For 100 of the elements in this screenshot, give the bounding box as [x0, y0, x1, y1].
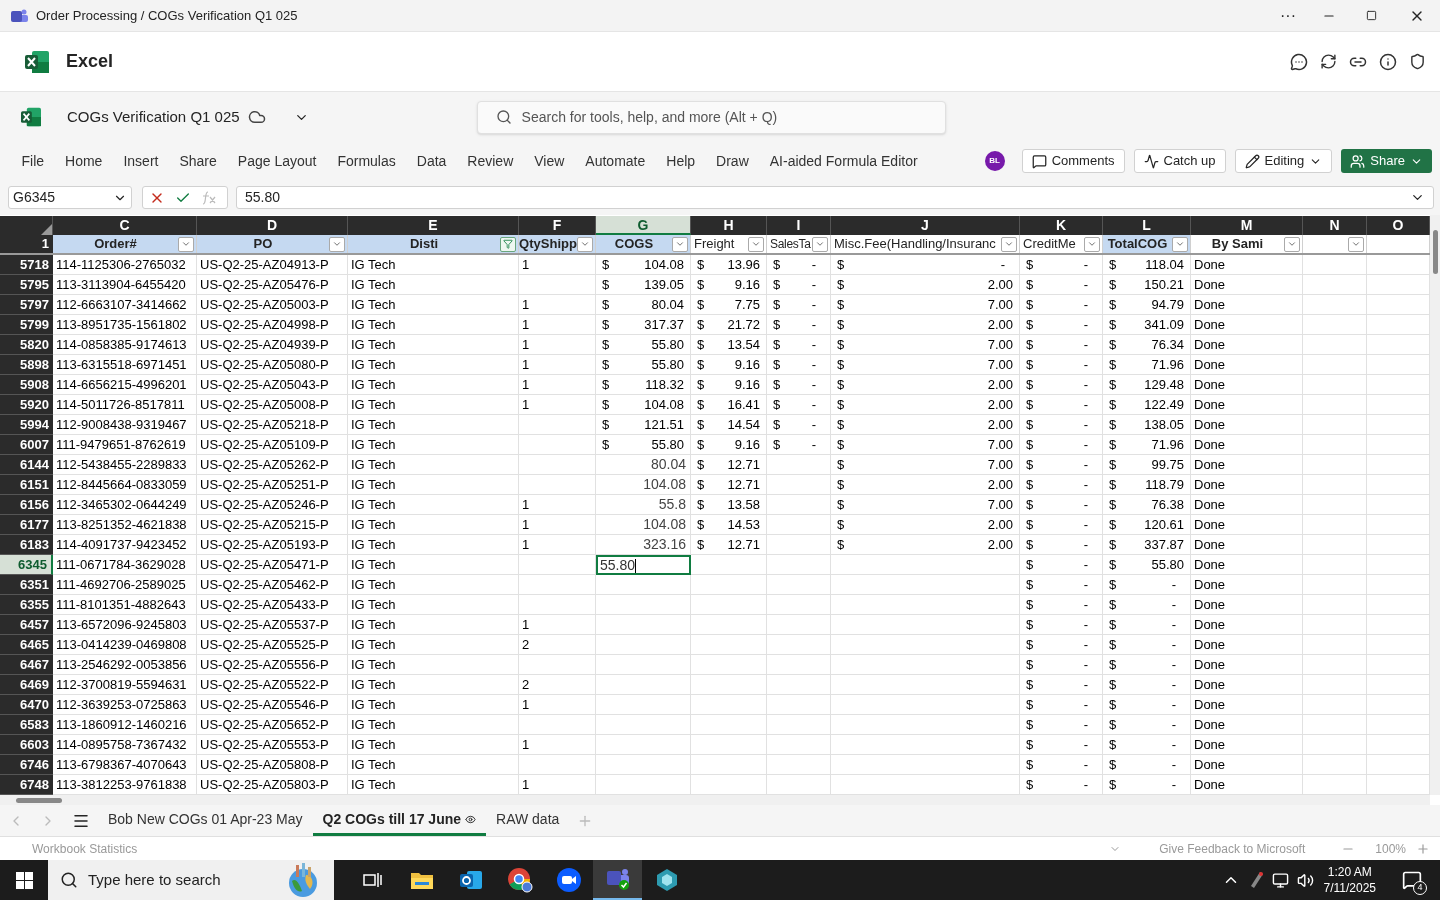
table-cell: 114-0895758-7367432	[53, 735, 197, 755]
row-header[interactable]: 5797	[0, 295, 53, 315]
ribbon-tab[interactable]: Insert	[112, 150, 169, 172]
taskbar-search-field[interactable]: Type here to search	[48, 860, 334, 900]
sheet-tab[interactable]: RAW data	[486, 805, 570, 836]
row-header[interactable]: 6746	[0, 755, 53, 775]
row-header[interactable]: 6469	[0, 675, 53, 695]
currency-cell: $ 104.08	[596, 255, 691, 275]
ribbon-tab[interactable]: Automate	[574, 150, 656, 172]
row-header[interactable]: 1	[0, 235, 53, 253]
window-title: Order Processing / COGs Verification Q1 025	[36, 6, 298, 25]
table-cell: 113-6798367-4070643	[53, 755, 197, 775]
table-cell: US-Q2-25-AZ05553-P	[197, 735, 348, 755]
currency-cell: $ -	[1020, 275, 1103, 295]
table-cell: 1	[519, 535, 596, 555]
table-cell: US-Q2-25-AZ05808-P	[197, 755, 348, 775]
currency-cell: $ 138.05	[1103, 415, 1191, 435]
table-cell: Done	[1191, 715, 1303, 735]
row-header[interactable]: 6151	[0, 475, 53, 495]
ribbon-tab[interactable]: Formulas	[326, 150, 407, 172]
ribbon-tab[interactable]: File	[11, 150, 55, 172]
table-cell: 1	[519, 375, 596, 395]
row-header[interactable]: 6470	[0, 695, 53, 715]
table-cell: US-Q2-25-AZ05003-P	[197, 295, 348, 315]
currency-cell: $ 76.38	[1103, 495, 1191, 515]
currency-cell: $ 341.09	[1103, 315, 1191, 335]
row-header[interactable]: 6144	[0, 455, 53, 475]
currency-cell: $ 9.16	[691, 275, 767, 295]
header-label: Order#	[93, 235, 138, 254]
row-header[interactable]: 5898	[0, 355, 53, 375]
currency-cell: $ 337.87	[1103, 535, 1191, 555]
currency-cell: $ -	[767, 375, 831, 395]
row-header[interactable]: 6467	[0, 655, 53, 675]
row-header[interactable]: 5994	[0, 415, 53, 435]
currency-cell: $ -	[1103, 615, 1191, 635]
currency-cell: $ -	[1020, 495, 1103, 515]
ribbon-tab[interactable]: View	[523, 150, 575, 172]
toolbar-button[interactable]: Catch up	[1133, 149, 1226, 173]
file-name[interactable]: COGs Verification Q1 025	[67, 105, 240, 129]
table-cell: 113-6572096-9245803	[53, 615, 197, 635]
currency-cell: $ -	[767, 255, 831, 275]
table-cell: US-Q2-25-AZ05246-P	[197, 495, 348, 515]
row-header[interactable]: 6748	[0, 775, 53, 795]
table-cell: 113-3113904-6455420	[53, 275, 197, 295]
clock-date[interactable]: 7/11/2025	[1323, 880, 1376, 896]
sheet-tab[interactable]: Bob New COGs 01 Apr-23 May	[98, 805, 313, 836]
row-header[interactable]: 5795	[0, 275, 53, 295]
row-header[interactable]: 6345	[0, 555, 53, 575]
ribbon-tab[interactable]: Help	[655, 150, 706, 172]
row-header[interactable]: 6183	[0, 535, 53, 555]
share-button[interactable]: Share	[1341, 149, 1432, 173]
currency-cell: $ 14.53	[691, 515, 767, 535]
ribbon-tab[interactable]: Home	[54, 150, 113, 172]
toolbar-button[interactable]: Editing	[1234, 149, 1333, 173]
row-header[interactable]: 6351	[0, 575, 53, 595]
row-header[interactable]: 5920	[0, 395, 53, 415]
column-letter[interactable]: G	[596, 216, 691, 235]
ribbon-tab[interactable]: Share	[168, 150, 228, 172]
currency-cell: $ 2.00	[831, 395, 1020, 415]
ribbon-tab[interactable]: Review	[456, 150, 524, 172]
currency-cell: $ -	[1103, 655, 1191, 675]
clock-time[interactable]: 1:20 AM	[1327, 864, 1372, 880]
row-header[interactable]: 6457	[0, 615, 53, 635]
currency-cell: $ -	[767, 315, 831, 335]
header-label: Disti	[408, 235, 440, 254]
formula-field[interactable]: 55.80	[236, 186, 1434, 209]
toolbar-button[interactable]: Comments	[1021, 149, 1125, 173]
ribbon-tab[interactable]: Data	[406, 150, 457, 172]
row-header[interactable]: 6177	[0, 515, 53, 535]
table-cell: Done	[1191, 435, 1303, 455]
row-header[interactable]: 5908	[0, 375, 53, 395]
search-field[interactable]: Search for tools, help, and more (Alt + Q)	[476, 100, 946, 134]
table-cell: IG Tech	[348, 755, 519, 775]
user-avatar[interactable]: BL	[984, 151, 1005, 171]
table-cell: Done	[1191, 615, 1303, 635]
row-header[interactable]: 6583	[0, 715, 53, 735]
ribbon-tab[interactable]: Draw	[705, 150, 760, 172]
cell-input-field[interactable]: 55.80	[596, 555, 691, 575]
ribbon-tab[interactable]: AI-aided Formula Editor	[759, 150, 929, 172]
table-cell: Done	[1191, 375, 1303, 395]
name-box[interactable]: G6345	[8, 186, 132, 209]
row-header[interactable]: 6007	[0, 435, 53, 455]
table-cell: US-Q2-25-AZ04913-P	[197, 255, 348, 275]
currency-cell: $ -	[1103, 735, 1191, 755]
row-header[interactable]: 6603	[0, 735, 53, 755]
row-header[interactable]: 6156	[0, 495, 53, 515]
row-header[interactable]: 6355	[0, 595, 53, 615]
currency-cell: $ -	[767, 335, 831, 355]
more-options-button[interactable]: ···	[1280, 3, 1296, 28]
ribbon-tab[interactable]: Page Layout	[227, 150, 327, 172]
row-header[interactable]: 5820	[0, 335, 53, 355]
table-cell: Done	[1191, 395, 1303, 415]
table-cell: 111-8101351-4882643	[53, 595, 197, 615]
row-header[interactable]: 5799	[0, 315, 53, 335]
row-header[interactable]: 6465	[0, 635, 53, 655]
table-cell: 104.08	[596, 475, 691, 495]
table-cell: Done	[1191, 495, 1303, 515]
row-header[interactable]: 5718	[0, 255, 53, 275]
table-cell: US-Q2-25-AZ05652-P	[197, 715, 348, 735]
table-cell: 1	[519, 495, 596, 515]
